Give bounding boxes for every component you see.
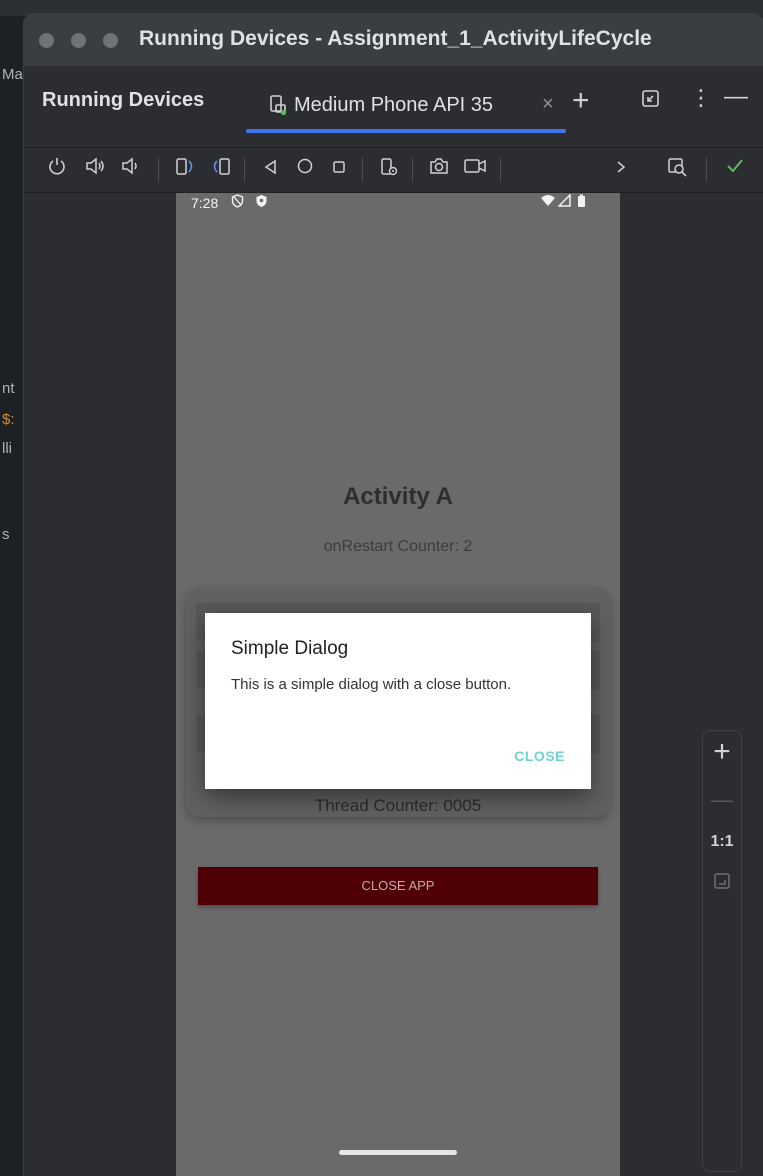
bg-text: $: [2,411,15,428]
wifi-icon [540,194,556,211]
tab-medium-phone[interactable]: Medium Phone API 35 [268,85,493,125]
device-tab-icon [270,95,287,116]
zoom-fit-icon[interactable] [703,871,741,896]
dialog-close-button[interactable]: CLOSE [514,748,565,764]
power-icon[interactable] [44,156,70,182]
add-device-icon[interactable]: + [572,84,590,118]
toolbar-separator [706,158,707,182]
zoom-actual-size-button[interactable]: 1:1 [703,833,741,851]
home-icon[interactable] [292,156,318,182]
inspect-icon[interactable] [664,156,690,182]
panel-title: Running Devices [42,89,205,111]
zoom-in-button[interactable]: + [703,735,741,769]
emulator-toolbar [24,148,763,193]
screenshot-icon[interactable] [426,156,452,182]
back-icon[interactable] [258,156,284,182]
minimize-window-button[interactable] [71,33,86,48]
toolbar-separator [500,158,501,182]
signal-icon [557,193,572,211]
close-app-button[interactable]: CLOSE APP [198,867,598,905]
toolbar-separator [158,158,159,182]
dialog-title: Simple Dialog [231,638,349,659]
toolbar-separator [362,158,363,182]
volume-down-icon[interactable] [118,156,144,182]
status-bar: 7:28 [176,193,620,217]
volume-up-icon[interactable] [82,156,108,182]
thread-counter: Thread Counter: 0005 [314,796,482,815]
more-options-icon[interactable]: ⋮ [690,85,712,111]
device-tab-label: Medium Phone API 35 [294,93,494,116]
bg-text: s [2,526,10,543]
close-window-button[interactable] [39,33,54,48]
simple-dialog: Simple Dialog This is a simple dialog wi… [205,613,591,789]
active-tab-indicator [246,129,566,133]
bg-text: Ma [2,66,23,83]
shield-icon [255,194,268,211]
restart-counter: onRestart Counter: 2 [323,538,473,555]
toolbar-separator [244,158,245,182]
zoom-out-button[interactable]: — [703,787,741,813]
zoom-controls: + — 1:1 [702,730,742,1172]
rotate-right-icon[interactable] [208,156,234,182]
device-settings-icon[interactable] [376,156,402,182]
running-devices-window: Running Devices - Assignment_1_ActivityL… [24,14,763,1176]
battery-icon [577,194,586,211]
rotate-left-icon[interactable] [172,156,198,182]
collapse-panel-icon[interactable] [641,89,661,115]
phone-screen[interactable]: 7:28 Activity A onRestart Counter: 2 Thr… [176,193,620,1176]
activity-title: Activity A [343,483,453,510]
status-time: 7:28 [191,195,219,211]
minimize-panel-icon[interactable]: — [724,83,748,111]
dialog-message: This is a simple dialog with a close but… [231,676,512,693]
more-icon[interactable] [608,156,634,182]
screen-record-icon[interactable] [462,156,488,182]
background-ide-sidebar: Ma nt $: lli s [0,16,24,1176]
bg-text: nt [2,380,15,397]
window-title: Running Devices - Assignment_1_ActivityL… [139,27,652,50]
tab-bar: Running Devices Medium Phone API 35 × + … [24,67,763,148]
overview-icon[interactable] [326,156,352,182]
toolbar-separator [412,158,413,182]
check-icon[interactable] [722,156,748,182]
zoom-window-button[interactable] [103,33,118,48]
home-indicator[interactable] [339,1150,457,1155]
window-titlebar: Running Devices - Assignment_1_ActivityL… [24,14,763,67]
bg-text: lli [2,440,12,457]
vpn-icon [231,194,244,211]
tab-close-icon[interactable]: × [542,93,554,116]
